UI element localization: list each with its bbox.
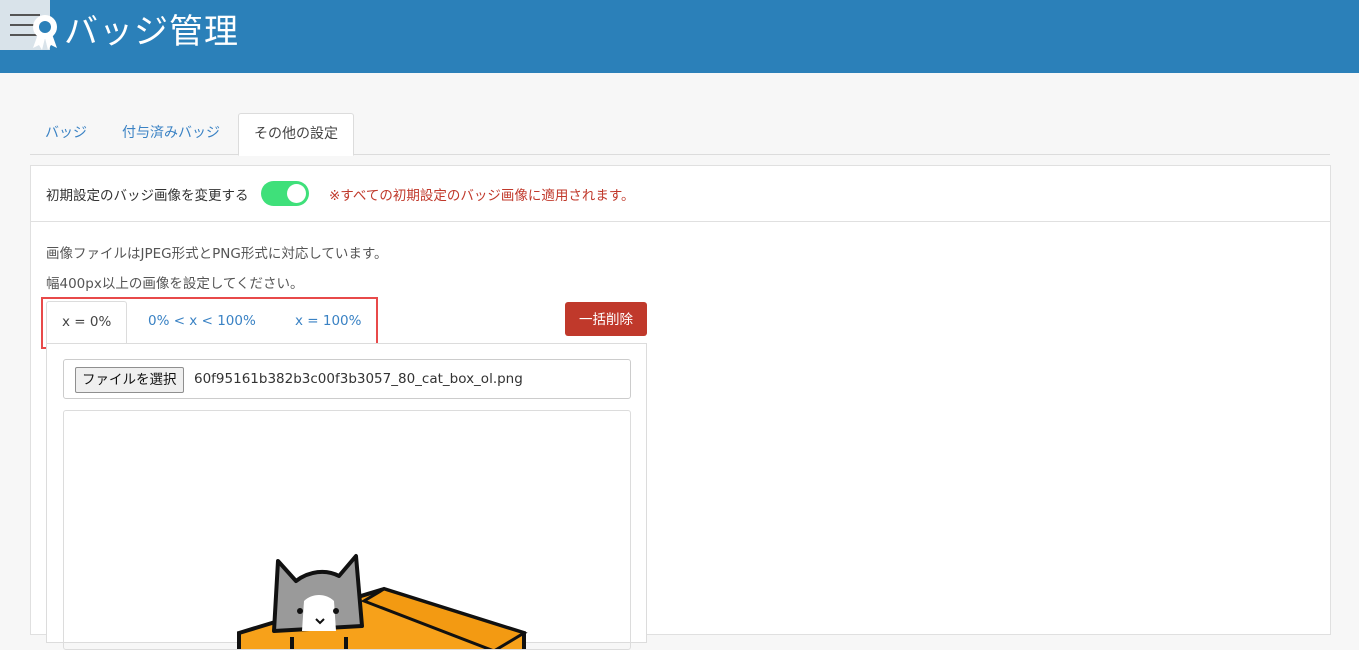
page-title: バッジ管理: [64, 12, 239, 52]
toggle-label: 初期設定のバッジ画像を変更する: [46, 188, 249, 204]
tab-x-equals-100[interactable]: x = 100%: [280, 301, 376, 343]
main-tab-bar: バッジ 付与済みバッジ その他の設定: [30, 113, 1330, 156]
tab-x-equals-0[interactable]: x = 0%: [46, 301, 128, 344]
selected-file-name: 60f95161b382b3c00f3b3057_80_cat_box_ol.p…: [194, 371, 523, 387]
badge-image-preview: [63, 410, 631, 650]
tab-x-between[interactable]: 0% < x < 100%: [133, 301, 271, 343]
default-badge-toggle[interactable]: [261, 181, 309, 206]
format-info-text: 画像ファイルはJPEG形式とPNG形式に対応しています。: [46, 246, 388, 262]
settings-panel: 初期設定のバッジ画像を変更する ※すべての初期設定のバッジ画像に適用されます。 …: [30, 165, 1331, 650]
bulk-delete-button[interactable]: 一括削除: [565, 302, 647, 336]
toggle-row: 初期設定のバッジ画像を変更する ※すべての初期設定のバッジ画像に適用されます。: [31, 166, 1330, 222]
choose-file-button[interactable]: ファイルを選択: [75, 367, 184, 393]
upload-area: ファイルを選択 60f95161b382b3c00f3b3057_80_cat_…: [46, 343, 647, 650]
toggle-warning-note: ※すべての初期設定のバッジ画像に適用されます。: [329, 188, 635, 204]
tab-other-settings[interactable]: その他の設定: [238, 113, 354, 156]
award-ribbon-icon: [33, 15, 57, 50]
size-info-text: 幅400px以上の画像を設定してください。: [46, 276, 304, 292]
tab-awarded-badges[interactable]: 付与済みバッジ: [107, 113, 235, 155]
cat-in-box-image: [237, 554, 528, 649]
file-input-row: ファイルを選択 60f95161b382b3c00f3b3057_80_cat_…: [63, 359, 631, 399]
tab-badges[interactable]: バッジ: [30, 113, 102, 155]
top-header-bar: バッジ管理: [0, 0, 1359, 73]
toggle-knob: [287, 184, 306, 203]
progress-sub-tab-bar: x = 0% 0% < x < 100% x = 100%: [46, 301, 646, 344]
